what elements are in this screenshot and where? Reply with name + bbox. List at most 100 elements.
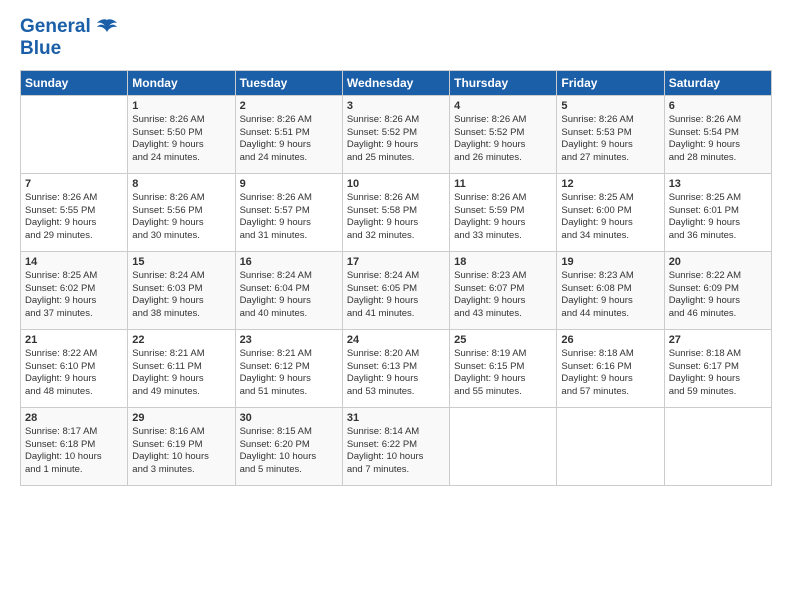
cell-sun-info: Sunrise: 8:26 AMSunset: 5:50 PMDaylight:… bbox=[132, 114, 230, 165]
day-number: 5 bbox=[561, 100, 659, 112]
calendar-cell: 26 Sunrise: 8:18 AMSunset: 6:16 PMDayligh… bbox=[557, 329, 664, 407]
day-number: 11 bbox=[454, 178, 552, 190]
cell-sun-info: Sunrise: 8:19 AMSunset: 6:15 PMDaylight:… bbox=[454, 348, 552, 399]
day-number: 12 bbox=[561, 178, 659, 190]
weekday-header: Wednesday bbox=[342, 70, 449, 95]
day-number: 28 bbox=[25, 412, 123, 424]
cell-sun-info: Sunrise: 8:14 AMSunset: 6:22 PMDaylight:… bbox=[347, 426, 445, 477]
logo-blue: Blue bbox=[20, 38, 117, 60]
day-number: 17 bbox=[347, 256, 445, 268]
day-number: 26 bbox=[561, 334, 659, 346]
calendar-table: SundayMondayTuesdayWednesdayThursdayFrid… bbox=[20, 70, 772, 486]
calendar-cell: 20 Sunrise: 8:22 AMSunset: 6:09 PMDayligh… bbox=[664, 251, 771, 329]
calendar-cell: 2 Sunrise: 8:26 AMSunset: 5:51 PMDaylight… bbox=[235, 95, 342, 173]
day-number: 4 bbox=[454, 100, 552, 112]
weekday-header: Sunday bbox=[21, 70, 128, 95]
calendar-cell: 12 Sunrise: 8:25 AMSunset: 6:00 PMDayligh… bbox=[557, 173, 664, 251]
calendar-cell: 16Sunrise: 8:24 AMSunset: 6:04 PMDayligh… bbox=[235, 251, 342, 329]
weekday-header: Monday bbox=[128, 70, 235, 95]
cell-sun-info: Sunrise: 8:18 AMSunset: 6:17 PMDaylight:… bbox=[669, 348, 767, 399]
cell-sun-info: Sunrise: 8:17 AMSunset: 6:18 PMDaylight:… bbox=[25, 426, 123, 477]
calendar-cell: 24 Sunrise: 8:20 AMSunset: 6:13 PMDayligh… bbox=[342, 329, 449, 407]
calendar-cell: 4 Sunrise: 8:26 AMSunset: 5:52 PMDaylight… bbox=[450, 95, 557, 173]
day-number: 19 bbox=[561, 256, 659, 268]
cell-sun-info: Sunrise: 8:24 AMSunset: 6:03 PMDaylight:… bbox=[132, 270, 230, 321]
calendar-cell: 3 Sunrise: 8:26 AMSunset: 5:52 PMDaylight… bbox=[342, 95, 449, 173]
day-number: 8 bbox=[132, 178, 230, 190]
weekday-header: Saturday bbox=[664, 70, 771, 95]
day-number: 9 bbox=[240, 178, 338, 190]
day-number: 20 bbox=[669, 256, 767, 268]
day-number: 6 bbox=[669, 100, 767, 112]
cell-sun-info: Sunrise: 8:26 AMSunset: 5:54 PMDaylight:… bbox=[669, 114, 767, 165]
day-number: 24 bbox=[347, 334, 445, 346]
cell-sun-info: Sunrise: 8:26 AMSunset: 5:58 PMDaylight:… bbox=[347, 192, 445, 243]
day-number: 29 bbox=[132, 412, 230, 424]
calendar-cell: 11 Sunrise: 8:26 AMSunset: 5:59 PMDayligh… bbox=[450, 173, 557, 251]
cell-sun-info: Sunrise: 8:21 AMSunset: 6:11 PMDaylight:… bbox=[132, 348, 230, 399]
cell-sun-info: Sunrise: 8:26 AMSunset: 5:52 PMDaylight:… bbox=[454, 114, 552, 165]
calendar-week-row: 21 Sunrise: 8:22 AMSunset: 6:10 PMDayligh… bbox=[21, 329, 772, 407]
cell-sun-info: Sunrise: 8:25 AMSunset: 6:00 PMDaylight:… bbox=[561, 192, 659, 243]
cell-sun-info: Sunrise: 8:23 AMSunset: 6:07 PMDaylight:… bbox=[454, 270, 552, 321]
calendar-cell bbox=[664, 407, 771, 485]
cell-sun-info: Sunrise: 8:24 AMSunset: 6:05 PMDaylight:… bbox=[347, 270, 445, 321]
cell-sun-info: Sunrise: 8:26 AMSunset: 5:55 PMDaylight:… bbox=[25, 192, 123, 243]
cell-sun-info: Sunrise: 8:26 AMSunset: 5:57 PMDaylight:… bbox=[240, 192, 338, 243]
cell-sun-info: Sunrise: 8:20 AMSunset: 6:13 PMDaylight:… bbox=[347, 348, 445, 399]
calendar-cell: 15Sunrise: 8:24 AMSunset: 6:03 PMDayligh… bbox=[128, 251, 235, 329]
weekday-header: Tuesday bbox=[235, 70, 342, 95]
calendar-cell: 9 Sunrise: 8:26 AMSunset: 5:57 PMDaylight… bbox=[235, 173, 342, 251]
cell-sun-info: Sunrise: 8:24 AMSunset: 6:04 PMDaylight:… bbox=[240, 270, 338, 321]
cell-sun-info: Sunrise: 8:26 AMSunset: 5:51 PMDaylight:… bbox=[240, 114, 338, 165]
day-number: 18 bbox=[454, 256, 552, 268]
calendar-cell: 17 Sunrise: 8:24 AMSunset: 6:05 PMDayligh… bbox=[342, 251, 449, 329]
calendar-cell bbox=[450, 407, 557, 485]
cell-sun-info: Sunrise: 8:16 AMSunset: 6:19 PMDaylight:… bbox=[132, 426, 230, 477]
cell-sun-info: Sunrise: 8:18 AMSunset: 6:16 PMDaylight:… bbox=[561, 348, 659, 399]
logo-bird-icon bbox=[97, 18, 117, 36]
calendar-cell: 21 Sunrise: 8:22 AMSunset: 6:10 PMDayligh… bbox=[21, 329, 128, 407]
calendar-cell: 29 Sunrise: 8:16 AMSunset: 6:19 PMDayligh… bbox=[128, 407, 235, 485]
calendar-cell bbox=[21, 95, 128, 173]
day-number: 22 bbox=[132, 334, 230, 346]
calendar-cell: 1Sunrise: 8:26 AMSunset: 5:50 PMDaylight… bbox=[128, 95, 235, 173]
cell-sun-info: Sunrise: 8:26 AMSunset: 5:59 PMDaylight:… bbox=[454, 192, 552, 243]
day-number: 2 bbox=[240, 100, 338, 112]
cell-sun-info: Sunrise: 8:25 AMSunset: 6:01 PMDaylight:… bbox=[669, 192, 767, 243]
cell-sun-info: Sunrise: 8:21 AMSunset: 6:12 PMDaylight:… bbox=[240, 348, 338, 399]
calendar-cell: 7 Sunrise: 8:26 AMSunset: 5:55 PMDaylight… bbox=[21, 173, 128, 251]
calendar-cell: 27 Sunrise: 8:18 AMSunset: 6:17 PMDayligh… bbox=[664, 329, 771, 407]
calendar-cell: 8 Sunrise: 8:26 AMSunset: 5:56 PMDaylight… bbox=[128, 173, 235, 251]
cell-sun-info: Sunrise: 8:22 AMSunset: 6:10 PMDaylight:… bbox=[25, 348, 123, 399]
calendar-cell: 23 Sunrise: 8:21 AMSunset: 6:12 PMDayligh… bbox=[235, 329, 342, 407]
calendar-cell: 25 Sunrise: 8:19 AMSunset: 6:15 PMDayligh… bbox=[450, 329, 557, 407]
calendar-cell: 31Sunrise: 8:14 AMSunset: 6:22 PMDayligh… bbox=[342, 407, 449, 485]
day-number: 21 bbox=[25, 334, 123, 346]
calendar-week-row: 7 Sunrise: 8:26 AMSunset: 5:55 PMDaylight… bbox=[21, 173, 772, 251]
cell-sun-info: Sunrise: 8:26 AMSunset: 5:56 PMDaylight:… bbox=[132, 192, 230, 243]
calendar-cell: 28 Sunrise: 8:17 AMSunset: 6:18 PMDayligh… bbox=[21, 407, 128, 485]
calendar-cell: 19 Sunrise: 8:23 AMSunset: 6:08 PMDayligh… bbox=[557, 251, 664, 329]
day-number: 27 bbox=[669, 334, 767, 346]
cell-sun-info: Sunrise: 8:25 AMSunset: 6:02 PMDaylight:… bbox=[25, 270, 123, 321]
day-number: 23 bbox=[240, 334, 338, 346]
day-number: 25 bbox=[454, 334, 552, 346]
cell-sun-info: Sunrise: 8:22 AMSunset: 6:09 PMDaylight:… bbox=[669, 270, 767, 321]
calendar-cell bbox=[557, 407, 664, 485]
calendar-body: 1Sunrise: 8:26 AMSunset: 5:50 PMDaylight… bbox=[21, 95, 772, 485]
day-number: 3 bbox=[347, 100, 445, 112]
calendar-cell: 22 Sunrise: 8:21 AMSunset: 6:11 PMDayligh… bbox=[128, 329, 235, 407]
calendar-cell: 5Sunrise: 8:26 AMSunset: 5:53 PMDaylight… bbox=[557, 95, 664, 173]
page: General Blue SundayMondayTuesdayWednesda… bbox=[0, 0, 792, 612]
calendar-header-row: SundayMondayTuesdayWednesdayThursdayFrid… bbox=[21, 70, 772, 95]
cell-sun-info: Sunrise: 8:23 AMSunset: 6:08 PMDaylight:… bbox=[561, 270, 659, 321]
day-number: 14 bbox=[25, 256, 123, 268]
calendar-cell: 13Sunrise: 8:25 AMSunset: 6:01 PMDayligh… bbox=[664, 173, 771, 251]
calendar-week-row: 14 Sunrise: 8:25 AMSunset: 6:02 PMDayligh… bbox=[21, 251, 772, 329]
weekday-header: Thursday bbox=[450, 70, 557, 95]
logo-general: General bbox=[20, 16, 91, 37]
cell-sun-info: Sunrise: 8:26 AMSunset: 5:52 PMDaylight:… bbox=[347, 114, 445, 165]
day-number: 7 bbox=[25, 178, 123, 190]
calendar-cell: 18 Sunrise: 8:23 AMSunset: 6:07 PMDayligh… bbox=[450, 251, 557, 329]
